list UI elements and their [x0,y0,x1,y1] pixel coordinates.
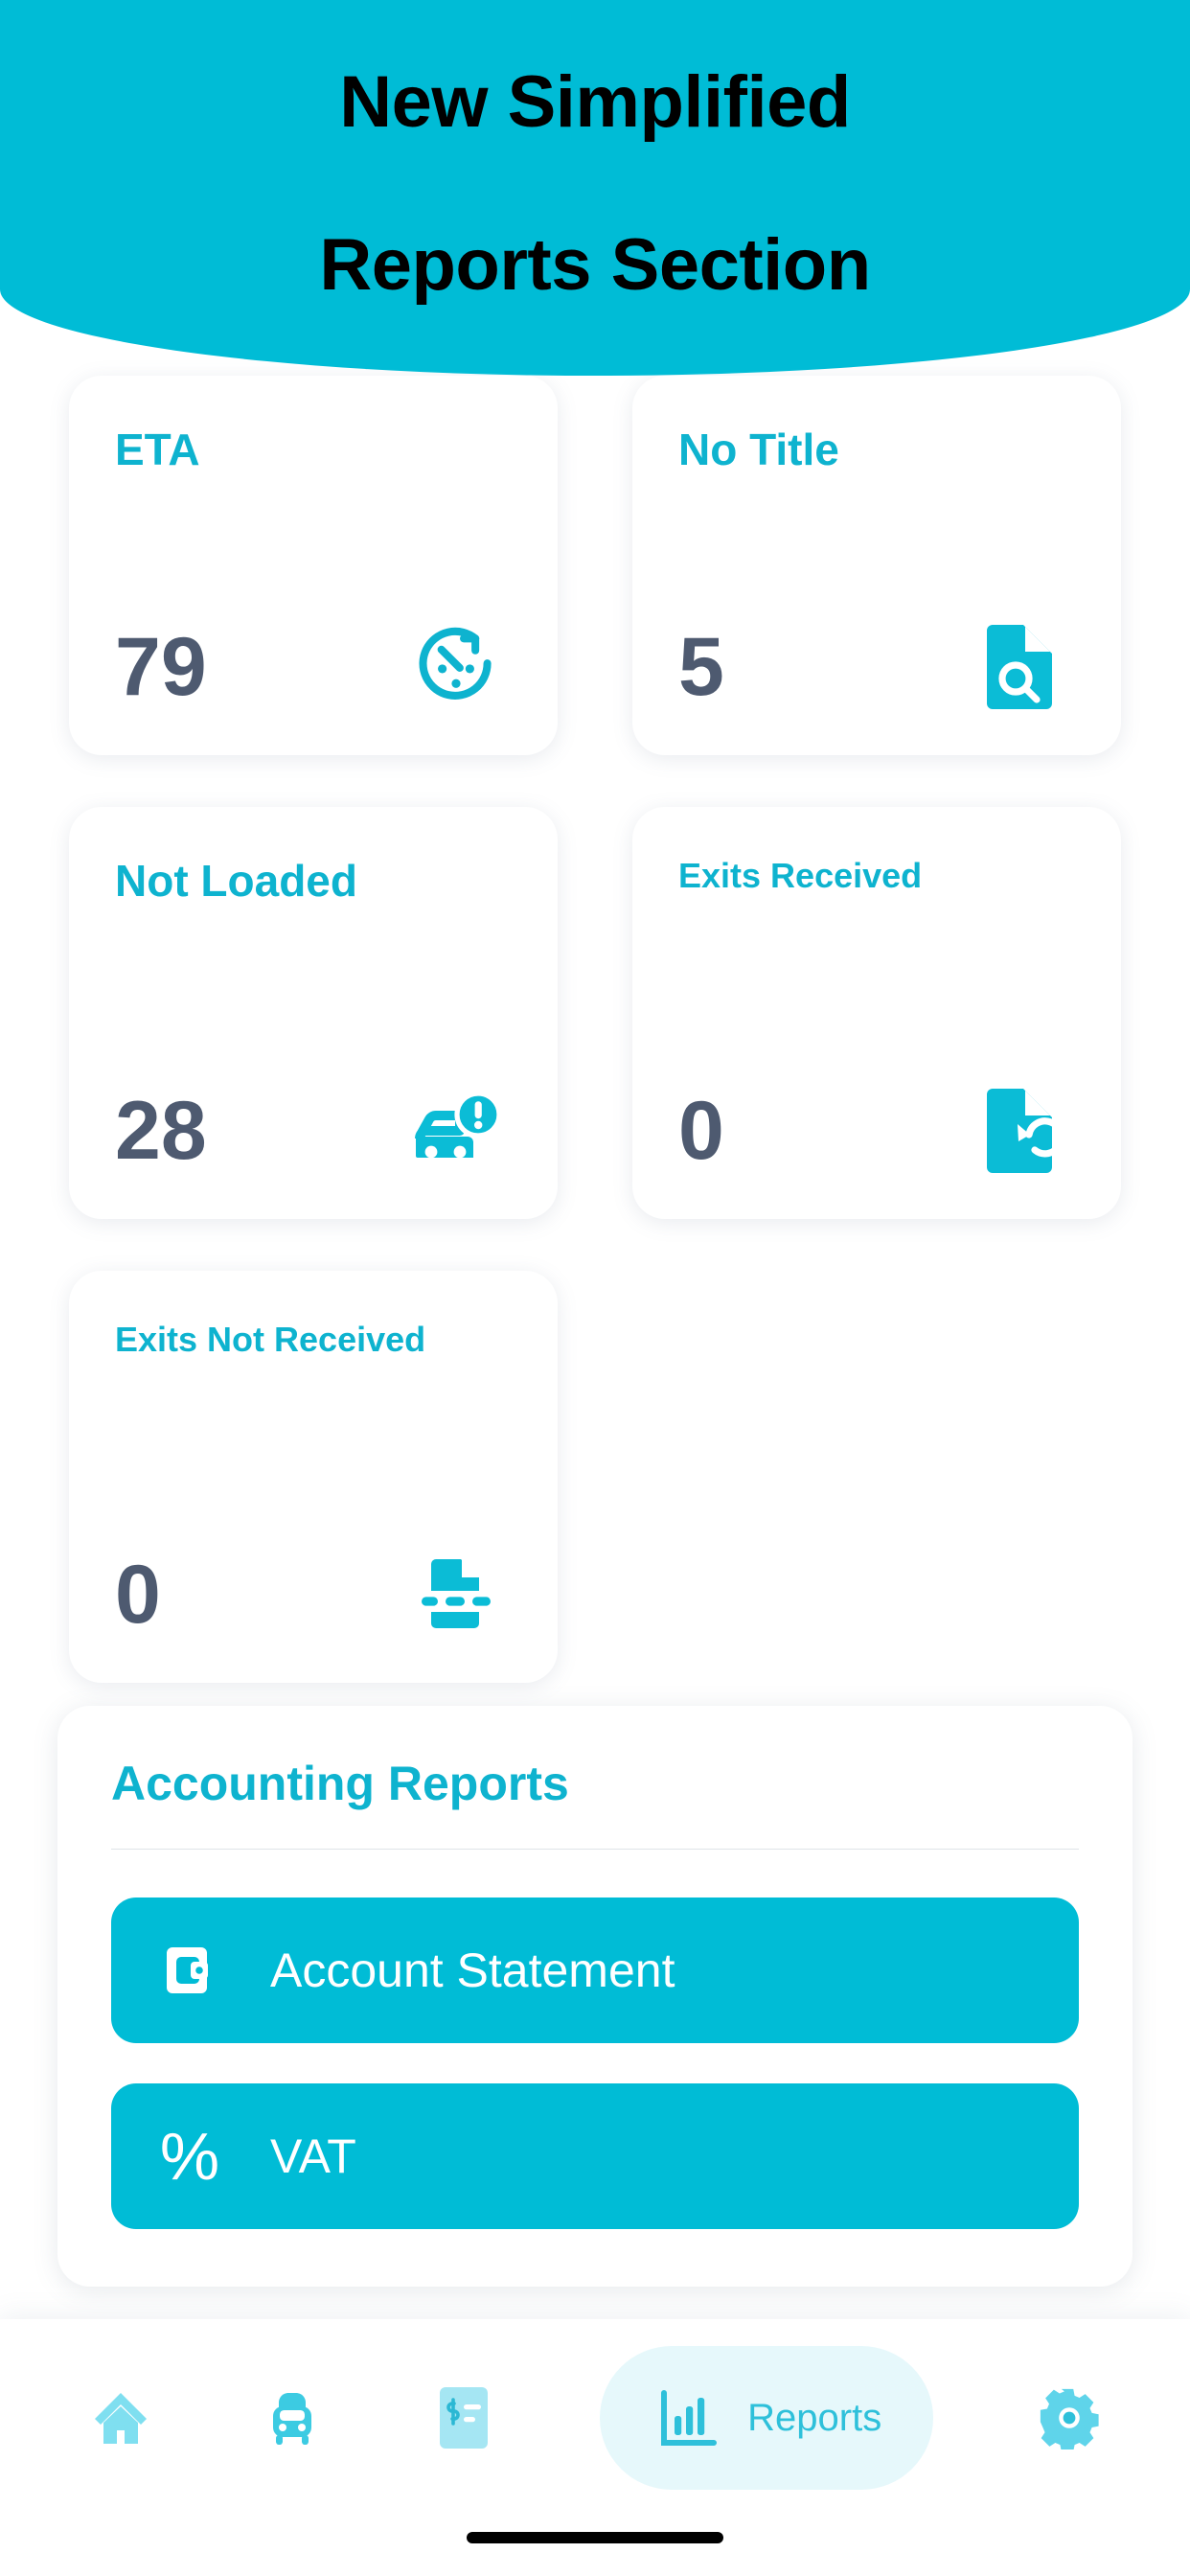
gear-icon [1034,2382,1105,2453]
nav-item-reports[interactable]: Reports [600,2346,934,2490]
stat-card-not-loaded[interactable]: Not Loaded 28 [69,807,558,1219]
stat-card-exits-not-received[interactable]: Exits Not Received 0 [69,1271,558,1683]
stat-card-value: 0 [115,1549,161,1641]
home-indicator [467,2532,723,2543]
nav-item-label: Reports [747,2396,882,2439]
stat-card-exits-received[interactable]: Exits Received 0 [632,807,1121,1219]
panel-divider [111,1849,1079,1850]
accounting-reports-title: Accounting Reports [111,1757,569,1810]
home-icon [85,2382,156,2453]
stat-card-value: 79 [115,621,207,713]
stat-card-body: 0 [115,1549,512,1641]
car-icon [257,2382,328,2453]
wallet-icon [153,1934,226,2007]
card-row: ETA 79 No Title 5 [69,376,1121,755]
stat-card-value: 0 [678,1085,724,1177]
nav-items: Reports [0,2346,1190,2490]
percent-icon: % [159,2119,220,2194]
account-statement-button[interactable]: Account Statement [111,1898,1079,2043]
stat-card-title: ETA [115,425,200,474]
stat-card-body: 0 [678,1085,1075,1177]
stat-card-value: 5 [678,621,724,713]
stat-card-body: 79 [115,621,512,713]
document-restore-icon [973,1085,1065,1177]
stat-card-title: No Title [678,425,839,474]
card-row: Exits Not Received 0 [69,1271,1121,1683]
speedometer-icon [410,621,502,713]
stat-card-title: Exits Received [678,856,923,895]
stat-card-placeholder [632,1271,1121,1683]
card-row: Not Loaded 28 Exits Received 0 [69,807,1121,1219]
account-statement-label: Account Statement [270,1944,675,1997]
accounting-reports-panel: Accounting Reports Account Statement % V… [57,1706,1133,2287]
nav-item-invoices[interactable] [428,2346,499,2490]
nav-item-home[interactable] [85,2346,156,2490]
stat-card-title: Exits Not Received [115,1320,426,1359]
stat-card-eta[interactable]: ETA 79 [69,376,558,755]
stat-cards-grid: ETA 79 No Title 5 Not Loaded 28 Exits Re… [0,376,1190,1735]
stat-card-body: 28 [115,1085,512,1177]
vat-label: VAT [270,2129,356,2183]
invoice-icon [428,2382,499,2453]
page-title-line-2: Reports Section [319,224,871,306]
document-dashed-icon [410,1549,502,1641]
stat-card-body: 5 [678,621,1075,713]
page-header: New Simplified Reports Section [0,0,1190,376]
nav-item-settings[interactable] [1034,2346,1105,2490]
stat-card-no-title[interactable]: No Title 5 [632,376,1121,755]
car-alert-icon [410,1085,502,1177]
page-title-line-1: New Simplified [339,61,851,143]
bar-chart-icon [652,2382,722,2453]
vat-button[interactable]: % VAT [111,2083,1079,2229]
document-search-icon [973,621,1065,713]
stat-card-value: 28 [115,1085,207,1177]
stat-card-title: Not Loaded [115,856,357,906]
nav-item-vehicles[interactable] [257,2346,328,2490]
